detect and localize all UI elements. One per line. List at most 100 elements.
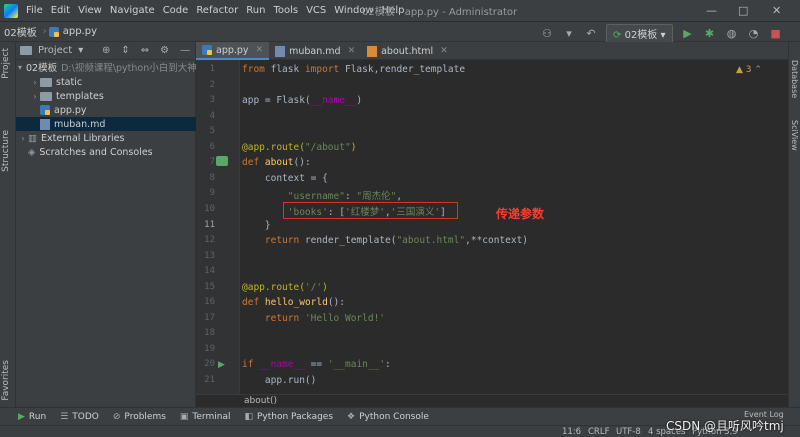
editor-tabs: app.py ✕ muban.md ✕ about.html ✕ bbox=[196, 42, 800, 60]
right-tool-strip: Database SciView bbox=[788, 42, 800, 407]
menu-vcs[interactable]: VCS bbox=[302, 5, 330, 16]
gear-icon[interactable]: ⚙ bbox=[160, 45, 169, 56]
run-configuration-select[interactable]: ⟳ 02模板 ▾ bbox=[606, 24, 673, 43]
collapsed-arrow-icon[interactable]: › bbox=[30, 78, 40, 87]
dropdown-arrow-icon[interactable]: ▾ bbox=[562, 27, 576, 41]
python-console-tool-button[interactable]: ❖ Python Console bbox=[347, 412, 429, 422]
tree-item-app-py[interactable]: app.py bbox=[16, 103, 196, 117]
sciview-tool-tab[interactable]: SciView bbox=[790, 120, 799, 151]
project-panel-title[interactable]: Project bbox=[38, 45, 72, 56]
expand-all-icon[interactable]: ⇕ bbox=[121, 45, 129, 56]
line-number: 5 bbox=[209, 126, 215, 136]
tool-label: Problems bbox=[124, 411, 166, 422]
line-number: 1 bbox=[209, 64, 215, 74]
run-tool-button[interactable]: ▶ Run bbox=[18, 412, 46, 422]
breadcrumb-separator-icon: › bbox=[42, 26, 47, 37]
tree-item-templates[interactable]: › templates bbox=[16, 89, 196, 103]
route-gutter-icon[interactable] bbox=[216, 156, 228, 166]
inspection-count: 3 bbox=[745, 65, 752, 75]
favorites-tool-tab[interactable]: Favorites bbox=[1, 360, 11, 401]
menu-refactor[interactable]: Refactor bbox=[192, 5, 242, 16]
tab-about-html[interactable]: about.html ✕ bbox=[361, 42, 454, 60]
close-tab-icon[interactable]: ✕ bbox=[348, 46, 356, 56]
database-tool-tab[interactable]: Database bbox=[790, 60, 799, 98]
line-number: 13 bbox=[204, 251, 215, 261]
chevron-down-icon[interactable]: ▾ bbox=[78, 45, 83, 56]
menu-edit[interactable]: Edit bbox=[47, 5, 74, 16]
stop-icon[interactable]: ■ bbox=[769, 27, 783, 41]
todo-tool-button[interactable]: ☰ TODO bbox=[60, 412, 99, 422]
window-title: 02模板 - app.py - Administrator bbox=[362, 7, 518, 18]
close-window-button[interactable]: ✕ bbox=[772, 4, 781, 17]
line-number: 7 bbox=[209, 157, 215, 167]
expanded-arrow-icon[interactable]: ▾ bbox=[18, 63, 22, 72]
tree-item-scratches[interactable]: ◈ Scratches and Consoles bbox=[16, 145, 196, 159]
tree-item-static[interactable]: › static bbox=[16, 75, 196, 89]
menu-tools[interactable]: Tools bbox=[269, 5, 302, 16]
menu-code[interactable]: Code bbox=[159, 5, 193, 16]
menu-view[interactable]: View bbox=[74, 5, 106, 16]
locate-file-icon[interactable]: ⊕ bbox=[102, 45, 110, 56]
minimize-button[interactable]: — bbox=[706, 4, 717, 17]
code-line-9: "username": "周杰伦", bbox=[287, 191, 403, 202]
debug-icon[interactable]: ✱ bbox=[703, 27, 717, 41]
collapse-all-icon[interactable]: ⇔ bbox=[141, 45, 149, 56]
hide-icon[interactable]: — bbox=[180, 45, 190, 56]
editor-gutter[interactable]: 1 2 3 4 5 6 7 8 9 10 11 12 13 14 15 16 1… bbox=[196, 60, 240, 394]
profile-icon[interactable]: ◔ bbox=[747, 27, 761, 41]
maximize-button[interactable]: □ bbox=[738, 4, 748, 17]
tab-app-py[interactable]: app.py ✕ bbox=[196, 42, 270, 60]
menu-navigate[interactable]: Navigate bbox=[106, 5, 159, 16]
caret-position[interactable]: 11:6 bbox=[562, 426, 581, 437]
line-number: 19 bbox=[204, 344, 215, 354]
menu-file[interactable]: File bbox=[22, 5, 47, 16]
close-tab-icon[interactable]: ✕ bbox=[440, 46, 448, 56]
line-separator[interactable]: CRLF bbox=[588, 426, 609, 437]
code-line-21: app.run() bbox=[242, 375, 317, 386]
line-number: 16 bbox=[204, 297, 215, 307]
tool-label: Python Packages bbox=[256, 411, 334, 422]
menu-run[interactable]: Run bbox=[242, 5, 269, 16]
line-number: 18 bbox=[204, 328, 215, 338]
scratches-icon: ◈ bbox=[28, 146, 36, 158]
problems-tool-button[interactable]: ⊘ Problems bbox=[113, 412, 166, 422]
breadcrumb-function[interactable]: about() bbox=[244, 396, 277, 406]
line-number: 8 bbox=[209, 173, 215, 183]
close-tab-icon[interactable]: ✕ bbox=[256, 45, 264, 55]
collapsed-arrow-icon[interactable]: › bbox=[18, 134, 28, 143]
code-line-12: return render_template("about.html",**co… bbox=[264, 235, 529, 246]
breadcrumb-file[interactable]: app.py bbox=[59, 26, 101, 37]
problems-icon: ⊘ bbox=[112, 411, 121, 422]
run-icon[interactable]: ▶ bbox=[681, 27, 695, 41]
code-line-20: if __name__ == '__main__': bbox=[242, 359, 391, 370]
code-editor[interactable]: from flask import Flask,render_template … bbox=[240, 60, 788, 394]
line-number: 12 bbox=[204, 235, 215, 245]
line-number: 10 bbox=[204, 204, 215, 214]
back-arrow-icon[interactable]: ↶ bbox=[584, 27, 598, 41]
python-packages-tool-button[interactable]: ◧ Python Packages bbox=[244, 412, 333, 422]
inspection-indicator[interactable]: ▲ 3 ⌃ bbox=[736, 65, 762, 75]
tree-item-external-libraries[interactable]: › ▥ External Libraries bbox=[16, 131, 196, 145]
run-gutter-icon[interactable]: ▶ bbox=[218, 360, 225, 370]
tree-item-project-root[interactable]: ▾ 02模板 D:\视频课程\python小白到大神 bbox=[16, 60, 196, 75]
terminal-tool-button[interactable]: ▣ Terminal bbox=[180, 412, 231, 422]
editor-breadcrumb[interactable]: about() bbox=[196, 394, 788, 407]
tab-label: app.py bbox=[216, 44, 249, 56]
project-tool-tab[interactable]: Project bbox=[1, 48, 11, 79]
structure-tool-tab[interactable]: Structure bbox=[1, 130, 11, 172]
run-config-icon: ⟳ bbox=[613, 30, 622, 41]
code-line-15: @app.route('/') bbox=[242, 282, 328, 293]
tree-item-label: muban.md bbox=[54, 118, 106, 130]
tree-item-label: static bbox=[56, 76, 83, 88]
tree-item-muban-md[interactable]: muban.md bbox=[16, 117, 196, 131]
code-line-1: from flask import Flask,render_template bbox=[242, 64, 466, 75]
collapsed-arrow-icon[interactable]: › bbox=[30, 92, 40, 101]
code-line-16: def hello_world(): bbox=[242, 297, 345, 308]
user-icon[interactable]: ⚇ bbox=[540, 27, 554, 41]
breadcrumb-project[interactable]: 02模板 bbox=[0, 24, 41, 39]
navigation-bar: 02模板 › app.py ⚇ ▾ ↶ ⟳ 02模板 ▾ ▶ ✱ ◍ ◔ ■ bbox=[0, 22, 800, 43]
coverage-icon[interactable]: ◍ bbox=[725, 27, 739, 41]
file-encoding[interactable]: UTF-8 bbox=[616, 426, 641, 437]
tab-muban-md[interactable]: muban.md ✕ bbox=[269, 42, 361, 60]
code-line-11: } bbox=[242, 220, 271, 231]
